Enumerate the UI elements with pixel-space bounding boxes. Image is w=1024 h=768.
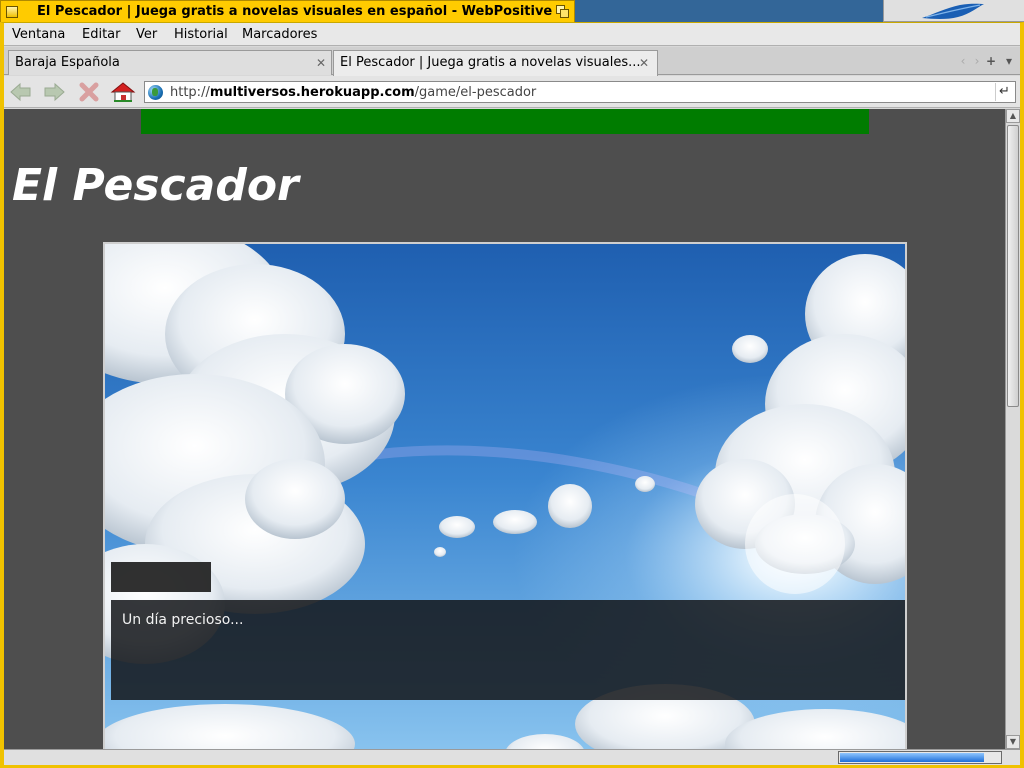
- scrollbar-thumb[interactable]: [1007, 125, 1019, 407]
- new-tab-button[interactable]: +: [982, 51, 1000, 71]
- address-bar[interactable]: http://multiversos.herokuapp.com/game/el…: [144, 81, 1016, 103]
- tab-list-button[interactable]: ▾: [1000, 51, 1018, 71]
- window-title: El Pescador | Juega gratis a novelas vis…: [37, 4, 553, 19]
- tab-baraja[interactable]: Baraja Española ✕: [8, 50, 332, 75]
- menu-ver[interactable]: Ver: [136, 27, 157, 42]
- zoom-window-button[interactable]: [556, 5, 569, 18]
- home-icon[interactable]: [110, 80, 136, 104]
- deskbar[interactable]: [883, 0, 1024, 22]
- window-title-tab[interactable]: El Pescador | Juega gratis a novelas vis…: [0, 0, 575, 22]
- dialog-box[interactable]: Un día precioso...: [111, 600, 905, 700]
- tab-label: Baraja Española: [15, 55, 120, 70]
- tab-bar: Baraja Española ✕ El Pescador | Juega gr…: [4, 47, 1020, 76]
- haiku-leaf-icon[interactable]: [920, 2, 986, 20]
- back-arrow-icon[interactable]: [8, 80, 34, 104]
- menu-editar[interactable]: Editar: [82, 27, 121, 42]
- browser-window: Ventana Editar Ver Historial Marcadores …: [0, 22, 1024, 768]
- tab-label: El Pescador | Juega gratis a novelas vis…: [340, 55, 641, 70]
- menu-marcadores[interactable]: Marcadores: [242, 27, 317, 42]
- tab-close-icon[interactable]: ✕: [316, 56, 326, 70]
- vertical-scrollbar[interactable]: ▲ ▼: [1005, 109, 1020, 749]
- speaker-name-box: [111, 562, 211, 592]
- scroll-down-arrow-icon[interactable]: ▼: [1006, 735, 1020, 749]
- stop-icon[interactable]: [76, 80, 102, 104]
- tab-el-pescador[interactable]: El Pescador | Juega gratis a novelas vis…: [333, 50, 658, 76]
- page-viewport[interactable]: El Pescador Un día precioso...: [4, 109, 1005, 749]
- scroll-up-arrow-icon[interactable]: ▲: [1006, 109, 1020, 123]
- menu-historial[interactable]: Historial: [174, 27, 228, 42]
- menu-bar: Ventana Editar Ver Historial Marcadores: [4, 23, 1020, 46]
- navigation-bar: http://multiversos.herokuapp.com/game/el…: [4, 76, 1020, 108]
- url-text: http://multiversos.herokuapp.com/game/el…: [170, 85, 537, 100]
- green-banner: [141, 109, 869, 134]
- menu-ventana[interactable]: Ventana: [12, 27, 65, 42]
- game-canvas[interactable]: Un día precioso...: [103, 242, 907, 749]
- status-bar: [4, 749, 1020, 765]
- close-window-button[interactable]: [6, 6, 18, 18]
- go-button[interactable]: ↵: [995, 83, 1013, 101]
- forward-arrow-icon[interactable]: [41, 80, 67, 104]
- progress-fill: [840, 753, 984, 762]
- page-load-progress: [838, 751, 1002, 764]
- page-title: El Pescador: [12, 160, 299, 211]
- tab-close-icon[interactable]: ✕: [639, 56, 649, 70]
- globe-icon: [148, 85, 163, 100]
- dialog-text: Un día precioso...: [122, 612, 244, 628]
